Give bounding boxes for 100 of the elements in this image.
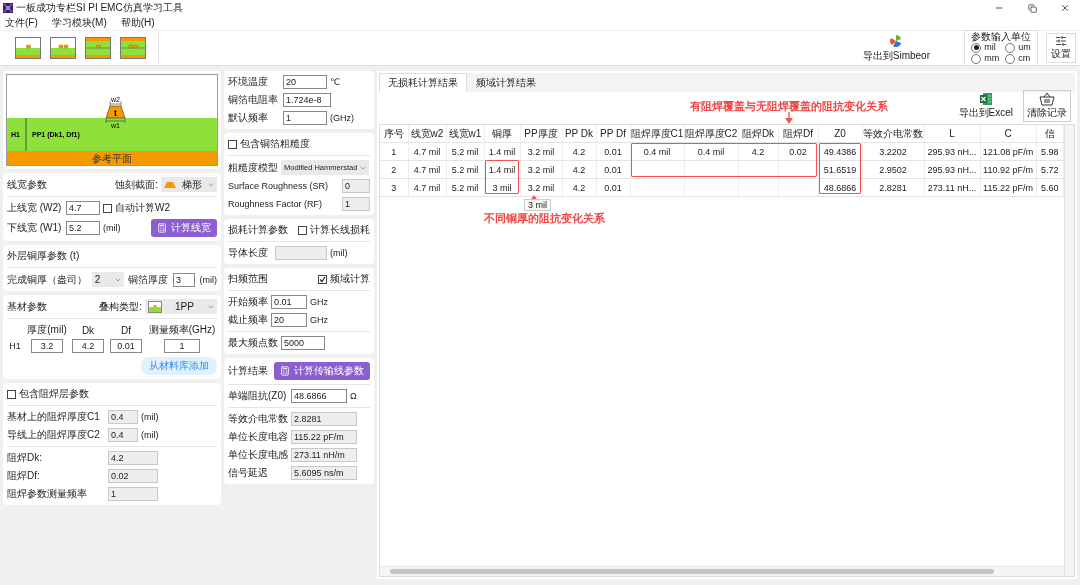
checkbox-label[interactable]: 包含阻焊层参数	[19, 387, 89, 401]
text-field[interactable]: 48.6866	[291, 389, 347, 403]
column-header: 阻焊厚度C1	[630, 125, 684, 143]
field-label: 蚀刻截面:	[115, 177, 158, 192]
field-label: 环境温度	[228, 75, 269, 89]
text-field[interactable]: 2.8281	[291, 412, 357, 426]
text-field[interactable]: 0.4	[108, 410, 138, 424]
dropdown[interactable]: 2	[91, 272, 124, 287]
table-cell: 4.2	[738, 142, 778, 161]
close-icon	[1060, 3, 1070, 13]
radio-label[interactable]: um	[1018, 42, 1031, 53]
settings-button[interactable]: 设置	[1046, 33, 1076, 63]
section-title: 外层铜厚参数 (t)	[7, 249, 81, 263]
text-field[interactable]: 0.01	[271, 295, 307, 309]
calculate-width-button[interactable]: 计算线宽	[151, 219, 217, 237]
menu-item[interactable]: 帮助(H)	[120, 16, 155, 30]
checkbox[interactable]	[7, 389, 16, 399]
export-simbeor-button[interactable]: 导出到Simbeor	[858, 32, 934, 64]
table-cell: 4.7 mil	[408, 178, 446, 197]
radio-label[interactable]: mil	[984, 42, 996, 53]
radio-button[interactable]	[971, 53, 982, 64]
export-excel-button[interactable]: 导出到Excel	[954, 90, 1017, 122]
text-field[interactable]: 4.2	[108, 451, 158, 465]
table-cell: 2.8281	[862, 178, 924, 197]
tooltip: 3 mil	[524, 199, 551, 211]
column-header: 阻焊Df	[778, 125, 818, 143]
text-field[interactable]: 1.724e-8	[283, 93, 331, 107]
checkbox-label[interactable]: 频域计算	[330, 272, 370, 286]
text-field[interactable]: 3.2	[31, 339, 63, 353]
radio-button[interactable]	[1005, 42, 1016, 53]
horizontal-scrollbar[interactable]	[380, 566, 1064, 576]
text-field[interactable]: 4.2	[72, 339, 104, 353]
field-label: 基材上的阻焊厚度C1	[7, 410, 101, 424]
table-cell: 0.4 mil	[684, 142, 738, 161]
menu-item[interactable]: 文件(F)	[5, 16, 38, 30]
unit-label: ℃	[330, 77, 341, 87]
field-label: 最大频点数	[228, 336, 278, 350]
stackup-button[interactable]	[49, 35, 77, 61]
table-cell: 5.72	[1036, 160, 1064, 179]
checkbox[interactable]	[228, 139, 237, 149]
text-field[interactable]: 273.11 nH/m	[291, 448, 357, 462]
group-title: 参数输入单位	[971, 31, 1031, 42]
text-field[interactable]: 115.22 pF/m	[291, 430, 357, 444]
table-cell: 2	[380, 160, 408, 179]
radio-label[interactable]: cm	[1018, 53, 1031, 64]
text-field[interactable]: 0.01	[110, 339, 142, 353]
tab[interactable]: 频域计算结果	[467, 73, 545, 92]
text-field[interactable]: 5.6095 ns/m	[291, 466, 357, 480]
radio-label[interactable]: mm	[984, 53, 1000, 64]
checkbox-label[interactable]: 包含铜箔粗糙度	[240, 137, 310, 151]
unit-label: (GHz)	[330, 113, 354, 123]
text-field[interactable]: 3	[172, 272, 195, 287]
column-header: 阻焊Dk	[738, 125, 778, 143]
clear-records-button[interactable]: 清除记录	[1023, 90, 1071, 122]
radio-button[interactable]	[1005, 53, 1016, 64]
text-field[interactable]: 0.02	[108, 469, 158, 483]
field-label: Surface Roughness (SR)	[228, 181, 329, 191]
table-cell: 51.6519	[818, 160, 862, 179]
text-field[interactable]	[275, 246, 327, 260]
text-field[interactable]: 20	[283, 75, 327, 89]
settings-icon	[1055, 35, 1067, 47]
text-field[interactable]: 1	[108, 487, 158, 501]
annotation-text: 有阻焊覆盖与无阻焊覆盖的阻抗变化关系	[690, 99, 888, 114]
field-label: 完成铜厚（盎司）	[7, 272, 87, 287]
text-field[interactable]: 0	[342, 179, 370, 193]
checkbox-label[interactable]: 计算长线损耗	[310, 223, 370, 237]
text-field[interactable]: 1	[342, 197, 370, 211]
table-cell: 48.6866	[818, 178, 862, 197]
text-field[interactable]: 4.7	[66, 201, 100, 215]
checkbox-label[interactable]: 自动计算W2	[115, 201, 170, 215]
column-header: 线宽w2	[408, 125, 446, 143]
checkbox[interactable]	[318, 274, 327, 284]
text-field[interactable]: 20	[271, 313, 307, 327]
text-field[interactable]: 5000	[281, 336, 325, 350]
field-label: 导线上的阻焊厚度C2	[7, 428, 101, 442]
dropdown[interactable]: 梯形	[161, 177, 217, 192]
column-header: L	[924, 125, 980, 143]
reference-plane-label: 参考平面	[92, 153, 132, 164]
tab[interactable]: 无损耗计算结果	[379, 73, 467, 92]
field-label: 单位长度电感	[228, 448, 288, 462]
highlight-frame	[819, 143, 861, 194]
menu-item[interactable]: 学习模块(M)	[51, 16, 107, 30]
vertical-scrollbar[interactable]	[1064, 125, 1074, 576]
text-field[interactable]: 1	[283, 111, 327, 125]
dropdown[interactable]: 1PP	[145, 299, 217, 314]
column-header: C	[980, 125, 1036, 143]
calculate-parameters-button[interactable]: 计算传输线参数	[274, 362, 370, 380]
checkbox[interactable]	[103, 203, 112, 213]
restore-icon	[1027, 3, 1037, 13]
stackup-button[interactable]	[14, 35, 42, 61]
text-field[interactable]: 0.4	[108, 428, 138, 442]
basket-icon	[1039, 92, 1055, 106]
text-field[interactable]: 1	[164, 339, 200, 353]
stackup-button[interactable]	[84, 35, 112, 61]
text-field[interactable]: 5.2	[66, 221, 100, 235]
unit-label: (mil)	[330, 248, 348, 258]
stackup-button[interactable]	[119, 35, 147, 61]
radio-button[interactable]	[971, 42, 982, 53]
checkbox[interactable]	[298, 225, 307, 235]
unit-label: Ω	[350, 391, 357, 401]
